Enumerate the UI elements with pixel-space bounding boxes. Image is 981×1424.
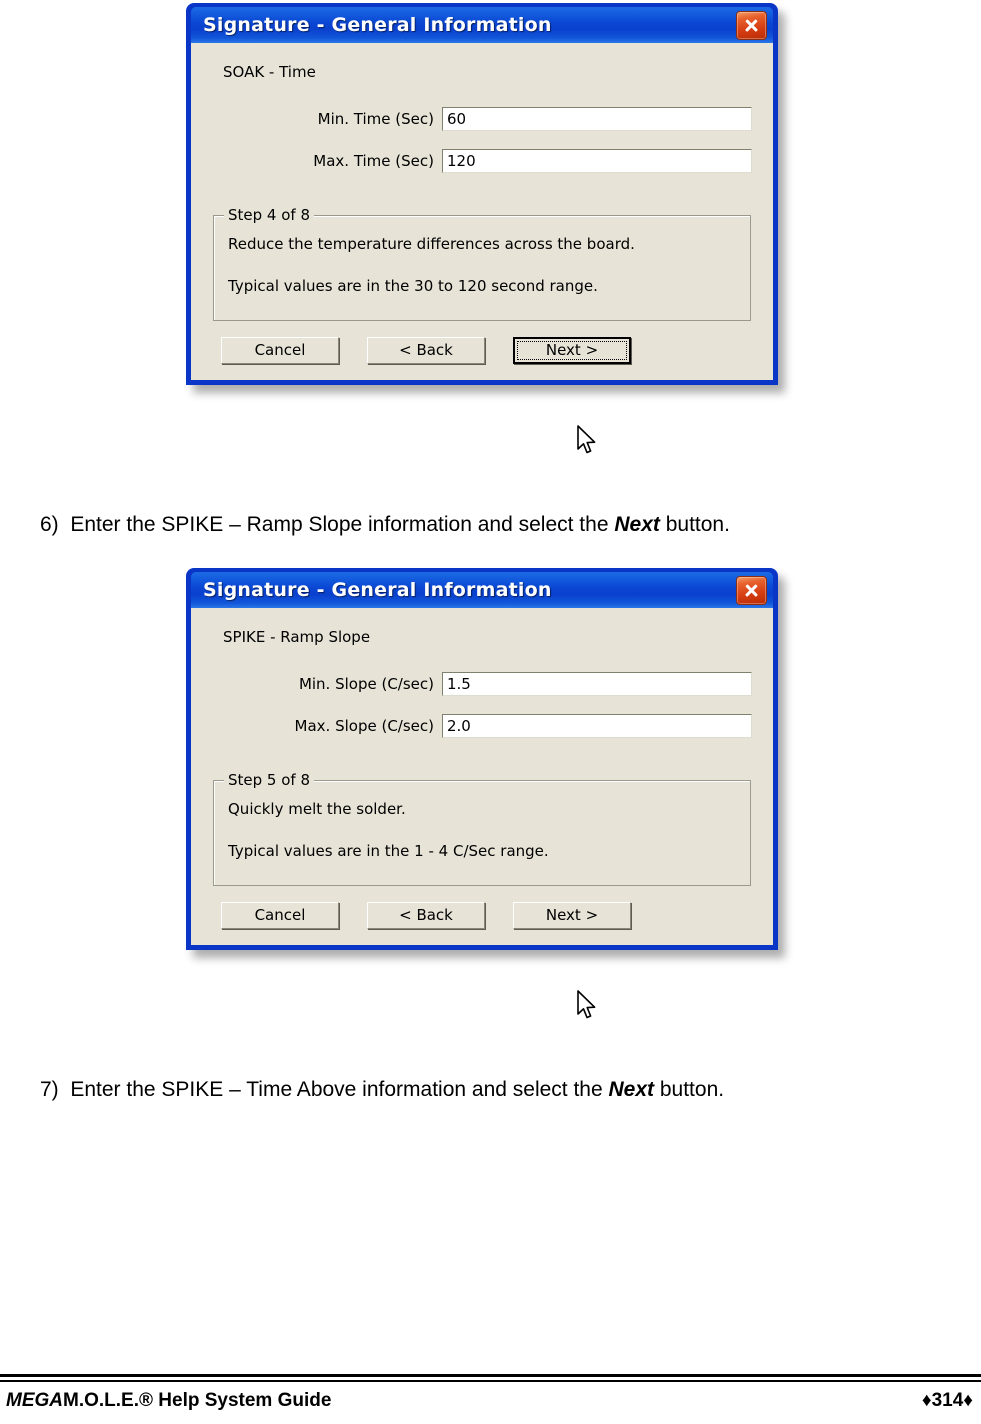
close-icon[interactable] [736,576,767,605]
step-groupbox: Step 4 of 8 Reduce the temperature diffe… [213,206,751,321]
dialog-titlebar[interactable]: Signature - General Information [191,7,773,43]
next-button[interactable]: Next > [513,336,631,364]
field-row-max: Max. Slope (C/sec) 2.0 [207,714,757,738]
dialog-title: Signature - General Information [203,579,552,601]
footer-brand: MEGA [6,1390,63,1411]
step-6-after: button. [659,513,730,536]
next-button-label: Next > [545,341,599,359]
step-groupbox: Step 5 of 8 Quickly melt the solder. Typ… [213,771,751,886]
dialog-frame: Signature - General Information SOAK - T… [191,7,773,380]
field-row-min: Min. Slope (C/sec) 1.5 [207,672,757,696]
step-7-before: Enter the SPIKE – Time Above information… [70,1078,609,1101]
footer-rule-thick [0,1374,981,1377]
back-button-label: < Back [399,341,453,359]
step-description-line1: Quickly melt the solder. [228,800,406,818]
min-slope-input[interactable]: 1.5 [442,672,752,696]
cancel-button[interactable]: Cancel [221,336,339,364]
step-legend: Step 4 of 8 [224,206,315,224]
step-7-after: button. [654,1078,725,1101]
footer-title: MEGAM.O.L.E.® Help System Guide [6,1390,331,1412]
back-button[interactable]: < Back [367,336,485,364]
step-6-before: Enter the SPIKE – Ramp Slope information… [70,513,615,536]
field-label-min: Min. Slope (C/sec) [298,675,434,693]
dialog-titlebar[interactable]: Signature - General Information [191,572,773,608]
step-7-number: 7) [40,1078,59,1101]
next-button-label: Next > [545,906,599,924]
max-time-input[interactable]: 120 [442,149,752,173]
back-button[interactable]: < Back [367,901,485,929]
min-time-input[interactable]: 60 [442,107,752,131]
section-title: SOAK - Time [223,63,316,81]
field-label-min: Min. Time (Sec) [317,110,434,128]
step-description-line2: Typical values are in the 1 - 4 C/Sec ra… [228,841,549,860]
dialog-soak-time[interactable]: Signature - General Information SOAK - T… [186,3,778,385]
dialog-title: Signature - General Information [203,14,552,36]
field-row-min: Min. Time (Sec) 60 [207,107,757,131]
back-button-label: < Back [399,906,453,924]
step-7-emphasis: Next [608,1078,655,1101]
step-6-number: 6) [40,513,59,536]
footer-page-number: ♦314♦ [921,1390,973,1411]
step-description-line1: Reduce the temperature differences acros… [228,235,635,253]
footer-rule-thin [0,1380,981,1382]
next-button[interactable]: Next > [513,901,631,929]
dialog-body: SPIKE - Ramp Slope Min. Slope (C/sec) 1.… [191,608,773,945]
dialog-button-row: Cancel < Back Next > [221,336,757,364]
field-label-max: Max. Slope (C/sec) [294,717,434,735]
dialog-body: SOAK - Time Min. Time (Sec) 60 Max. Time… [191,43,773,380]
mouse-cursor [576,425,598,457]
footer-product: M.O.L.E.® Help System Guide [63,1390,332,1411]
dialog-frame: Signature - General Information SPIKE - … [191,572,773,945]
section-title: SPIKE - Ramp Slope [223,628,371,646]
cancel-button-label: Cancel [254,341,306,359]
step-7-text: 7) Enter the SPIKE – Time Above informat… [40,1078,724,1102]
field-row-max: Max. Time (Sec) 120 [207,149,757,173]
cancel-button[interactable]: Cancel [221,901,339,929]
cancel-button-label: Cancel [254,906,306,924]
mouse-cursor [576,990,598,1022]
field-label-max: Max. Time (Sec) [313,152,434,170]
page-footer: MEGAM.O.L.E.® Help System Guide ♦314♦ [0,1368,981,1424]
step-6-emphasis: Next [614,513,660,536]
step-legend: Step 5 of 8 [224,771,315,789]
max-slope-input[interactable]: 2.0 [442,714,752,738]
dialog-spike-ramp-slope[interactable]: Signature - General Information SPIKE - … [186,568,778,950]
step-6-text: 6) Enter the SPIKE – Ramp Slope informat… [40,513,730,537]
dialog-button-row: Cancel < Back Next > [221,901,757,929]
step-description-line2: Typical values are in the 30 to 120 seco… [228,276,598,295]
close-icon[interactable] [736,11,767,40]
